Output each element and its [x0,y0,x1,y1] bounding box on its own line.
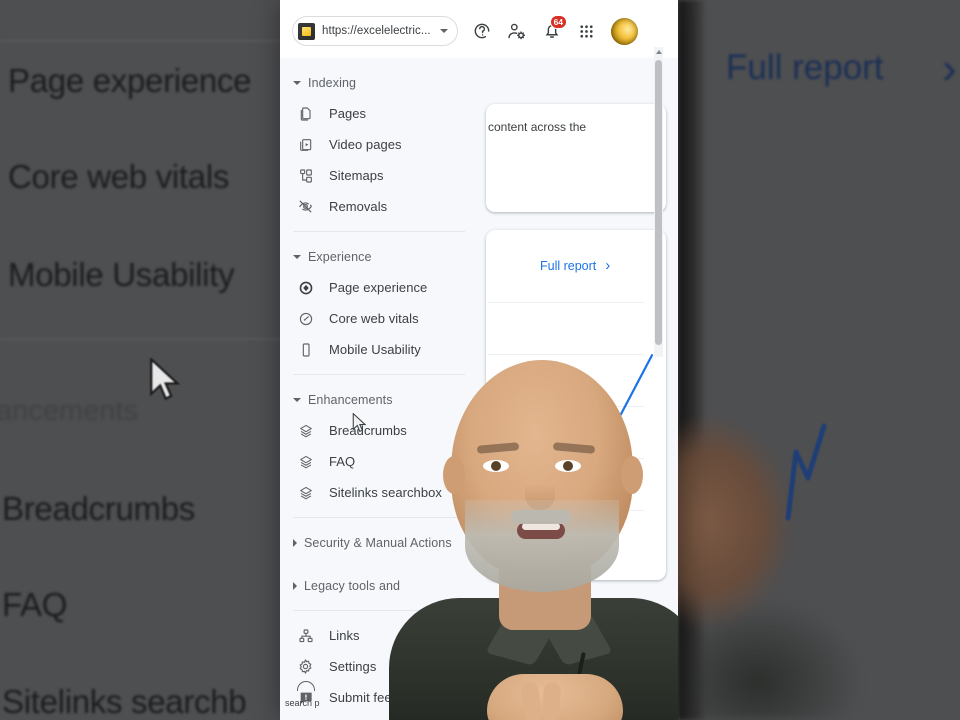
breadcrumbs-layers-icon [297,422,314,439]
chevron-down-icon [293,80,301,85]
links-sitemap-icon [297,627,314,644]
presenter-ear [443,456,465,494]
sitemaps-icon [297,167,314,184]
sidebar-item-removals[interactable]: Removals [280,191,476,222]
presenter-moustache [511,510,571,524]
sidebar-section-experience[interactable]: Experience [280,241,476,272]
scroll-up-arrow-icon[interactable] [656,50,662,54]
chevron-right-icon [293,538,297,547]
url-property-selector[interactable]: https://excelelectric... [292,16,458,46]
notification-badge-count: 64 [549,15,568,29]
notifications-bell-icon[interactable]: 64 [541,15,568,42]
chevron-right-icon: › [605,257,611,274]
sidebar-item-label: Page experience [329,280,428,295]
sidebar-item-video-pages[interactable]: Video pages [280,129,476,160]
full-report-label: Full report [540,258,597,273]
sidebar-section-indexing[interactable]: Indexing [280,67,476,98]
background-right-zoom: Full report › [678,0,960,720]
google-apps-grid-icon[interactable] [576,20,598,42]
bottom-search-text: search p [285,698,320,708]
account-settings-icon[interactable] [506,20,528,42]
core-web-vitals-gauge-icon [297,310,314,327]
presenter-eye [555,460,581,472]
bg-full-report-label: Full report [726,48,884,87]
sidebar-item-label: Links [329,628,360,643]
page-experience-icon [297,279,314,296]
section-label: Legacy tools and [304,578,401,593]
site-favicon [298,22,315,40]
sidebar-item-label: FAQ [329,454,356,469]
sidebar-item-label: Core web vitals [329,311,419,326]
sidebar-item-label: Sitemaps [329,168,384,183]
settings-gear-icon [297,658,314,675]
sidebar-item-label: Removals [329,199,388,214]
presenter-finger [541,681,562,720]
sidebar-item-label: Settings [329,659,377,674]
bg-item-breadcrumbs: Breadcrumbs [2,490,195,527]
sitelinks-searchbox-layers-icon [297,484,314,501]
browser-top-bar: https://excelelectric... 64 [280,0,678,62]
mouse-cursor-icon [352,413,367,433]
sidebar-item-sitemaps[interactable]: Sitemaps [280,160,476,191]
sidebar-item-core-web-vitals[interactable]: Core web vitals [280,303,476,334]
mobile-usability-phone-icon [297,341,314,358]
sidebar-item-label: Video pages [329,137,402,152]
presenter-ear [621,456,643,494]
sidebar-divider [293,231,465,232]
content-scrollbar[interactable] [654,47,663,357]
scrollbar-thumb[interactable] [655,60,662,345]
bg-divider [0,40,292,42]
removals-eye-off-icon [297,198,314,215]
chevron-right-icon [293,581,297,590]
help-icon[interactable] [471,20,493,42]
bg-item-mobile-usability: Mobile Usability [8,256,235,293]
bg-item-core-web-vitals: Core web vitals [8,158,230,195]
sidebar-item-pages[interactable]: Pages [280,98,476,129]
full-report-link[interactable]: Full report › [540,258,610,273]
chevron-down-icon[interactable] [439,29,448,33]
bg-section-enhancements: hancements [0,395,138,427]
faq-layers-icon [297,453,314,470]
card-body-text: content across the [488,120,587,134]
presenter-mouth [517,522,565,539]
url-text: https://excelelectric... [322,25,431,37]
section-label: Enhancements [308,392,393,407]
bg-item-faq: FAQ [2,586,68,623]
bg-item-sitelinks: Sitelinks searchb [2,683,247,720]
chevron-down-icon [293,397,301,402]
sidebar-item-label: Pages [329,106,367,121]
bg-divider [0,338,292,340]
chevron-down-icon [293,254,301,259]
section-label: Indexing [308,75,357,90]
pages-icon [297,105,314,122]
video-pages-icon [297,136,314,153]
section-label: Experience [308,249,372,264]
background-left-sidebar-zoom: Page experience Core web vitals Mobile U… [0,0,292,720]
bg-chart-line [785,423,827,521]
user-avatar[interactable] [610,17,638,45]
presenter-eye [483,460,509,472]
top-bar-icons: 64 [471,15,638,45]
sidebar-item-page-experience[interactable]: Page experience [280,272,476,303]
bg-cursor-icon [150,358,181,401]
browser-window: https://excelelectric... 64 content acro… [280,0,678,720]
bg-chevron-right-icon: › [942,44,957,93]
presenter-video-overlay [389,352,678,720]
bg-item-page-experience: Page experience [8,62,252,99]
